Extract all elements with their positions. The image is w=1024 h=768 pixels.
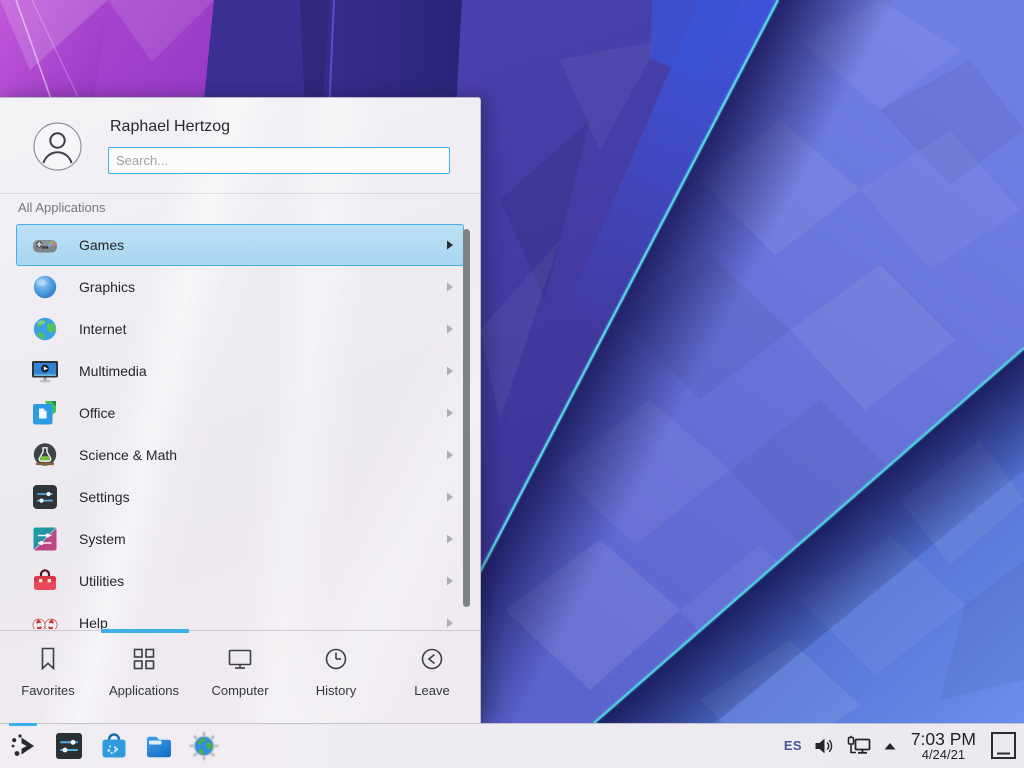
menu-item-system[interactable]: System bbox=[16, 518, 464, 560]
expand-tray-arrow-icon[interactable] bbox=[883, 741, 897, 751]
science-flask-icon bbox=[31, 441, 59, 469]
search-input[interactable] bbox=[108, 147, 450, 174]
menu-item-label: Graphics bbox=[79, 279, 446, 295]
menu-item-label: System bbox=[79, 531, 446, 547]
menu-item-label: Settings bbox=[79, 489, 446, 505]
menu-item-utilities[interactable]: Utilities bbox=[16, 560, 464, 602]
application-launcher-button[interactable] bbox=[8, 730, 40, 762]
web-browser-button[interactable] bbox=[188, 730, 220, 762]
user-name: Raphael Hertzog bbox=[110, 118, 230, 136]
menu-item-label: Internet bbox=[79, 321, 446, 337]
tab-leave[interactable]: Leave bbox=[384, 631, 480, 723]
active-task-indicator bbox=[9, 723, 37, 726]
tab-label: History bbox=[316, 683, 356, 698]
menu-item-label: Utilities bbox=[79, 573, 446, 589]
submenu-arrow-icon bbox=[446, 282, 454, 292]
submenu-arrow-icon bbox=[446, 618, 454, 628]
menu-item-help[interactable]: Help bbox=[16, 602, 464, 629]
submenu-arrow-icon bbox=[446, 366, 454, 376]
leave-icon bbox=[418, 645, 446, 673]
tab-favorites[interactable]: Favorites bbox=[0, 631, 96, 723]
tab-applications[interactable]: Applications bbox=[96, 631, 192, 723]
network-wired-icon[interactable] bbox=[846, 735, 872, 757]
monitor-icon bbox=[226, 645, 254, 673]
desktop: Raphael Hertzog All Applications bbox=[0, 0, 1024, 768]
list-scrollbar[interactable] bbox=[463, 229, 470, 607]
grid-icon bbox=[130, 645, 158, 673]
launcher-tab-bar: Favorites Applications Computer bbox=[0, 630, 480, 723]
launcher-header: Raphael Hertzog bbox=[0, 98, 480, 194]
submenu-arrow-icon bbox=[446, 408, 454, 418]
globe-icon bbox=[31, 315, 59, 343]
menu-item-label: Games bbox=[79, 237, 446, 253]
application-launcher-menu: Raphael Hertzog All Applications bbox=[0, 97, 481, 723]
clock-date: 4/24/21 bbox=[922, 748, 965, 762]
menu-item-graphics[interactable]: Graphics bbox=[16, 266, 464, 308]
multimedia-monitor-icon bbox=[31, 357, 59, 385]
tab-computer[interactable]: Computer bbox=[192, 631, 288, 723]
clock-icon bbox=[322, 645, 350, 673]
digital-clock[interactable]: 7:03 PM 4/24/21 bbox=[911, 730, 976, 762]
user-avatar-icon[interactable] bbox=[33, 122, 82, 171]
tab-label: Leave bbox=[414, 683, 449, 698]
show-desktop-icon[interactable] bbox=[990, 731, 1017, 760]
submenu-arrow-icon bbox=[446, 450, 454, 460]
menu-item-internet[interactable]: Internet bbox=[16, 308, 464, 350]
menu-item-label: Multimedia bbox=[79, 363, 446, 379]
category-list: Games Graphics bbox=[0, 222, 480, 629]
clock-time: 7:03 PM bbox=[911, 730, 976, 748]
tab-label: Applications bbox=[109, 683, 179, 698]
discover-bag-icon bbox=[98, 730, 130, 762]
file-manager-button[interactable] bbox=[143, 730, 175, 762]
globe-gear-icon bbox=[188, 730, 220, 762]
system-settings-button[interactable] bbox=[53, 730, 85, 762]
kde-launcher-icon bbox=[8, 730, 40, 762]
volume-icon[interactable] bbox=[813, 736, 835, 756]
utilities-toolbox-icon bbox=[31, 567, 59, 595]
submenu-arrow-icon bbox=[446, 492, 454, 502]
taskbar-panel: ES 7:03 PM 4/24/21 bbox=[0, 723, 1024, 768]
menu-item-label: Science & Math bbox=[79, 447, 446, 463]
menu-item-settings[interactable]: Settings bbox=[16, 476, 464, 518]
tab-history[interactable]: History bbox=[288, 631, 384, 723]
menu-item-science-math[interactable]: Science & Math bbox=[16, 434, 464, 476]
menu-item-label: Office bbox=[79, 405, 446, 421]
system-tray: ES 7:03 PM 4/24/21 bbox=[784, 730, 1024, 762]
menu-item-office[interactable]: Office bbox=[16, 392, 464, 434]
menu-item-games[interactable]: Games bbox=[16, 224, 464, 266]
submenu-arrow-icon bbox=[446, 534, 454, 544]
graphics-ball-icon bbox=[31, 273, 59, 301]
tab-label: Computer bbox=[211, 683, 268, 698]
system-tweaks-icon bbox=[31, 525, 59, 553]
discover-button[interactable] bbox=[98, 730, 130, 762]
menu-item-multimedia[interactable]: Multimedia bbox=[16, 350, 464, 392]
tab-label: Favorites bbox=[21, 683, 74, 698]
system-settings-icon bbox=[53, 730, 85, 762]
bookmark-icon bbox=[34, 645, 62, 673]
submenu-arrow-icon bbox=[446, 576, 454, 586]
section-label: All Applications bbox=[18, 200, 105, 215]
gamepad-icon bbox=[31, 231, 59, 259]
menu-item-label: Help bbox=[79, 615, 446, 629]
settings-sliders-icon bbox=[31, 483, 59, 511]
office-document-icon bbox=[31, 399, 59, 427]
submenu-arrow-icon bbox=[446, 324, 454, 334]
taskbar-launchers bbox=[0, 730, 220, 762]
folder-icon bbox=[143, 730, 175, 762]
submenu-arrow-icon bbox=[446, 240, 454, 250]
keyboard-layout-indicator[interactable]: ES bbox=[784, 738, 802, 753]
help-lifebuoy-icon bbox=[31, 609, 59, 629]
